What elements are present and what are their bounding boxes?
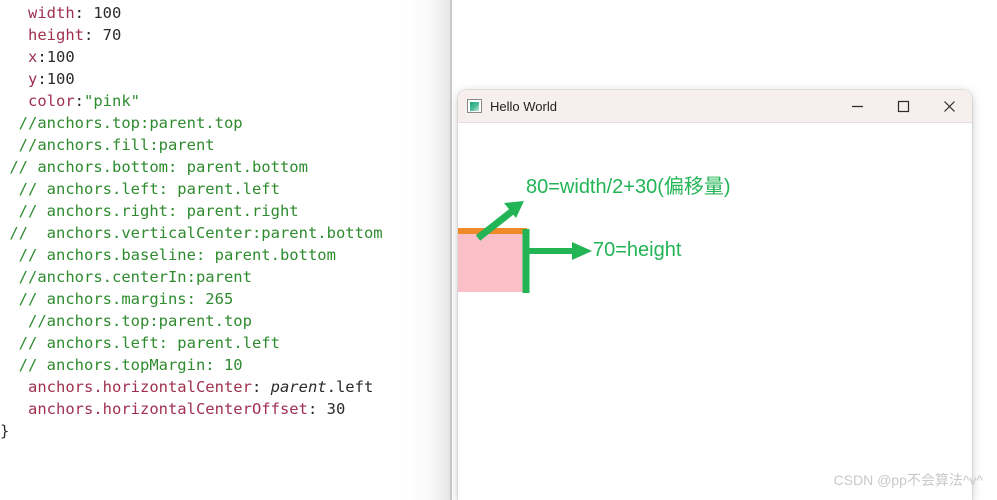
- code-token-italic: parent: [270, 378, 327, 396]
- code-token-comment: // anchors.margins: 265: [18, 290, 234, 308]
- offset-annotation-label: 80=width/2+30(偏移量): [526, 176, 731, 198]
- code-token-punct: :: [307, 400, 327, 418]
- code-line: // anchors.bottom: parent.bottom: [0, 156, 452, 178]
- code-token-prop: color: [28, 92, 75, 110]
- code-token-punct: :: [74, 92, 85, 110]
- height-annotation-label: 70=height: [593, 239, 682, 261]
- code-line: anchors.horizontalCenter: parent.left: [0, 376, 452, 398]
- code-token-comment: // anchors.baseline: parent.bottom: [18, 246, 336, 264]
- code-line: // anchors.right: parent.right: [0, 200, 452, 222]
- code-line: // anchors.verticalCenter:parent.bottom: [0, 222, 452, 244]
- code-token-brace: }: [0, 422, 10, 440]
- code-token-str: "pink": [84, 92, 141, 110]
- code-token-comment: //anchors.top:parent.top: [28, 312, 252, 330]
- code-token-punct: :: [37, 70, 47, 88]
- code-token-comment: // anchors.bottom: parent.bottom: [9, 158, 308, 176]
- diagonal-offset-arrow: [475, 201, 524, 241]
- code-token-punct: :: [37, 48, 47, 66]
- code-line: y:100: [0, 68, 452, 90]
- code-line: // anchors.baseline: parent.bottom: [0, 244, 452, 266]
- watermark: CSDN @pp不会算法^v^: [833, 472, 983, 488]
- window-title-bar[interactable]: Hello World: [458, 90, 972, 123]
- window-title: Hello World: [490, 98, 557, 114]
- code-token-punct: :: [251, 378, 271, 396]
- maximize-icon[interactable]: [880, 90, 926, 122]
- app-window: Hello World 80=width/2+30(偏移量) 70=height: [458, 90, 972, 500]
- code-lines: width: 100 height: 70 x:100 y:100 color:…: [0, 2, 452, 442]
- code-line: // anchors.left: parent.left: [0, 178, 452, 200]
- code-token-num: 100: [93, 4, 122, 22]
- code-line: //anchors.centerIn:parent: [0, 266, 452, 288]
- code-token-comment: // anchors.right: parent.right: [18, 202, 299, 220]
- code-line: color:"pink": [0, 90, 452, 112]
- height-arrow: [526, 242, 592, 260]
- code-line: height: 70: [0, 24, 452, 46]
- code-token-prop: x: [28, 48, 38, 66]
- code-line: // anchors.topMargin: 10: [0, 354, 452, 376]
- app-window-icon: [467, 99, 482, 113]
- close-icon[interactable]: [926, 90, 972, 122]
- code-line: // anchors.left: parent.left: [0, 332, 452, 354]
- code-line: // anchors.margins: 265: [0, 288, 452, 310]
- code-token-punct: :: [84, 26, 103, 44]
- code-token-num: 100: [46, 48, 75, 66]
- code-token-punct: .left: [326, 378, 374, 396]
- code-line: anchors.horizontalCenterOffset: 30: [0, 398, 452, 420]
- code-pane-divider: [450, 0, 452, 500]
- code-line: //anchors.top:parent.top: [0, 310, 452, 332]
- app-window-icon-inner: [470, 101, 479, 111]
- window-client-area: 80=width/2+30(偏移量) 70=height: [458, 123, 972, 500]
- minimize-icon[interactable]: [834, 90, 880, 122]
- code-token-comment: //anchors.fill:parent: [18, 136, 215, 154]
- code-token-punct: :: [74, 4, 94, 22]
- code-line: //anchors.fill:parent: [0, 134, 452, 156]
- code-token-prop: height: [28, 26, 84, 44]
- code-editor-pane: width: 100 height: 70 x:100 y:100 color:…: [0, 0, 452, 500]
- code-token-prop: y: [28, 70, 38, 88]
- code-token-num: 70: [102, 26, 122, 44]
- code-line: //anchors.top:parent.top: [0, 112, 452, 134]
- code-token-comment: // anchors.left: parent.left: [18, 180, 280, 198]
- code-token-comment: // anchors.topMargin: 10: [18, 356, 243, 374]
- code-line: }: [0, 420, 452, 442]
- code-token-num: 30: [326, 400, 346, 418]
- code-line: width: 100: [0, 2, 452, 24]
- code-token-prop: anchors.horizontalCenter: [28, 378, 252, 396]
- code-token-comment: // anchors.verticalCenter:parent.bottom: [9, 224, 383, 242]
- code-token-num: 100: [46, 70, 75, 88]
- code-token-comment: //anchors.top:parent.top: [18, 114, 243, 132]
- code-token-prop: width: [28, 4, 75, 22]
- code-token-comment: // anchors.left: parent.left: [18, 334, 280, 352]
- code-line: x:100: [0, 46, 452, 68]
- code-token-prop: anchors.horizontalCenterOffset: [28, 400, 308, 418]
- window-controls: [834, 90, 972, 122]
- code-token-comment: //anchors.centerIn:parent: [18, 268, 252, 286]
